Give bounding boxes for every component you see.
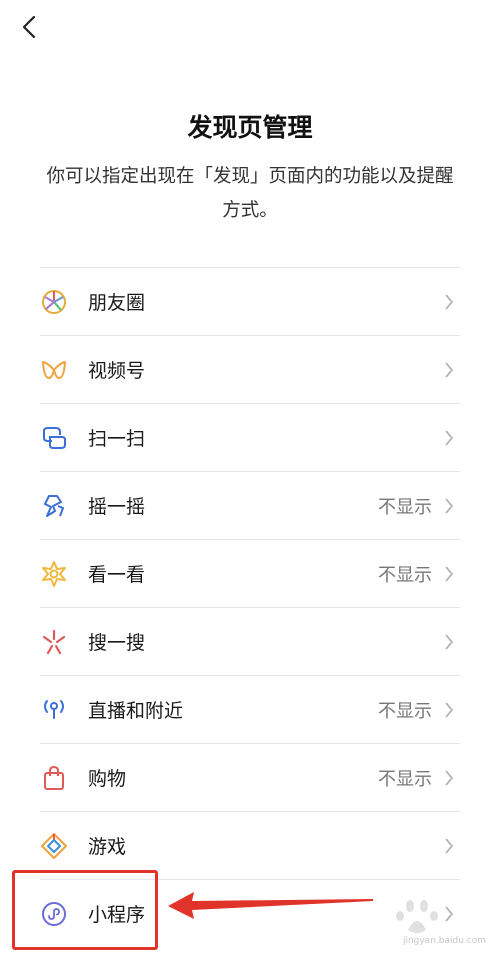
scan-icon bbox=[40, 424, 68, 452]
game-icon bbox=[40, 832, 68, 860]
list-item-scan[interactable]: 扫一扫 bbox=[40, 404, 460, 472]
list-item-label: 搜一搜 bbox=[88, 632, 146, 654]
chevron-right-icon bbox=[442, 700, 456, 720]
list-item-shake[interactable]: 摇一摇 不显示 bbox=[40, 472, 460, 540]
list-item-label: 小程序 bbox=[88, 904, 146, 926]
list-item-label: 游戏 bbox=[88, 836, 127, 858]
chevron-right-icon bbox=[442, 292, 456, 312]
list-item-label: 看一看 bbox=[88, 564, 146, 586]
list-item-game[interactable]: 游戏 bbox=[40, 812, 460, 880]
search-icon bbox=[40, 628, 68, 656]
chevron-right-icon bbox=[442, 360, 456, 380]
chevron-right-icon bbox=[442, 564, 456, 584]
list-item-label: 购物 bbox=[88, 768, 127, 790]
list-item-mini-program[interactable]: 小程序 bbox=[40, 880, 460, 947]
item-status: 不显示 bbox=[378, 768, 432, 790]
chevron-right-icon bbox=[442, 632, 456, 652]
mini-program-icon bbox=[40, 900, 68, 928]
chevron-right-icon bbox=[442, 904, 456, 924]
list-item-live-nearby[interactable]: 直播和附近 不显示 bbox=[40, 676, 460, 744]
shake-icon bbox=[40, 492, 68, 520]
list-item-search[interactable]: 搜一搜 bbox=[40, 608, 460, 676]
live-nearby-icon bbox=[40, 696, 68, 724]
list-item-channels[interactable]: 视频号 bbox=[40, 336, 460, 404]
chevron-right-icon bbox=[442, 428, 456, 448]
chevron-left-icon bbox=[22, 15, 36, 39]
chevron-right-icon bbox=[442, 496, 456, 516]
list-item-label: 视频号 bbox=[88, 360, 146, 382]
list-item-label: 朋友圈 bbox=[88, 292, 146, 314]
back-button[interactable] bbox=[14, 10, 44, 44]
list-item-label: 扫一扫 bbox=[88, 428, 146, 450]
shopping-bag-icon bbox=[40, 764, 68, 792]
chevron-right-icon bbox=[442, 836, 456, 856]
top-stories-icon bbox=[40, 560, 68, 588]
chevron-right-icon bbox=[442, 768, 456, 788]
moments-icon bbox=[40, 288, 68, 316]
page-title: 发现页管理 bbox=[187, 113, 313, 142]
item-status: 不显示 bbox=[378, 496, 432, 518]
item-status: 不显示 bbox=[378, 700, 432, 722]
item-status: 不显示 bbox=[378, 564, 432, 586]
list-item-label: 直播和附近 bbox=[88, 700, 184, 722]
list-item-shopping[interactable]: 购物 不显示 bbox=[40, 744, 460, 812]
list-item-label: 摇一摇 bbox=[88, 496, 146, 518]
list-item-top-stories[interactable]: 看一看 不显示 bbox=[40, 540, 460, 608]
list-item-moments[interactable]: 朋友圈 bbox=[40, 268, 460, 336]
page-description: 你可以指定出现在「发现」页面内的功能以及提醒方式。 bbox=[46, 166, 454, 221]
discover-feature-list: 朋友圈 视频号 扫一扫 摇一摇 不显示 看一看 不显示 搜一搜 直播和附近 不显… bbox=[40, 267, 460, 947]
channels-icon bbox=[40, 356, 68, 384]
